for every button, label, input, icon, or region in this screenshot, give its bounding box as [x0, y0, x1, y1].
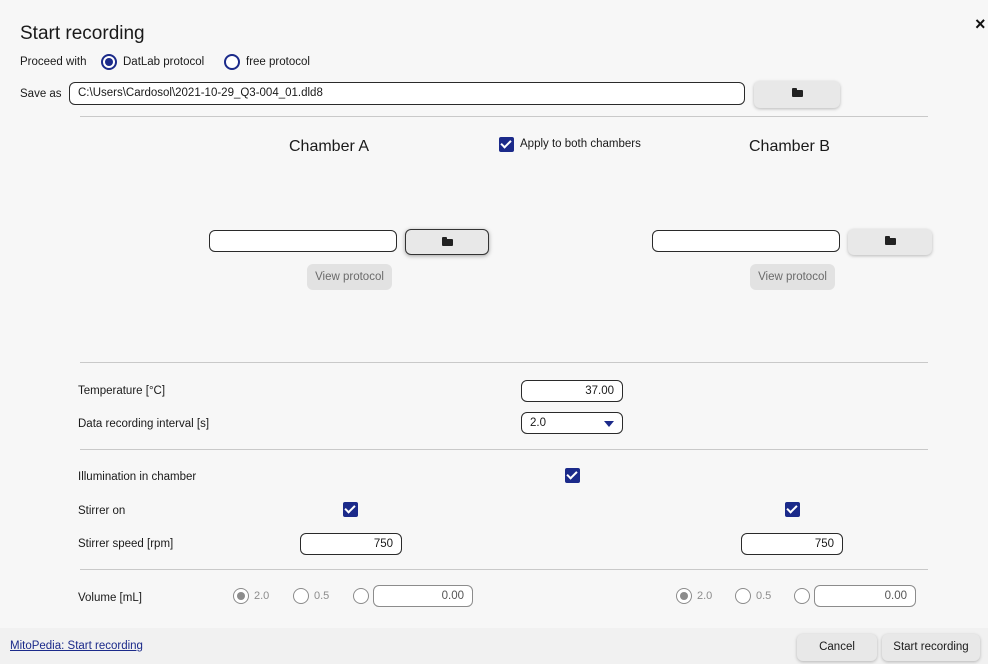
dialog-title: Start recording [20, 23, 145, 44]
folder-icon [441, 237, 453, 247]
volume-a-radio-05[interactable]: 0.5 [293, 588, 348, 604]
divider [80, 362, 928, 363]
volume-a-custom-input[interactable]: 0.00 [373, 585, 473, 607]
volume-b-custom-input[interactable]: 0.00 [814, 585, 916, 607]
radio-selected-icon [676, 588, 692, 604]
volume-b-radio-2[interactable]: 2.0 [676, 588, 731, 604]
start-recording-dialog: Start recording × Proceed with DatLab pr… [0, 0, 988, 664]
chamber-a-browse-button[interactable] [405, 229, 489, 255]
stirrer-on-label: Stirrer on [78, 505, 126, 517]
close-icon[interactable]: × [975, 14, 986, 35]
volume-a-radio-2[interactable]: 2.0 [233, 588, 288, 604]
divider [80, 569, 928, 570]
radio-selected-icon [101, 54, 117, 70]
save-as-browse-button[interactable] [754, 81, 840, 108]
illumination-label: Illumination in chamber [78, 471, 197, 483]
volume-label: Volume [mL] [78, 592, 142, 604]
stirrer-speed-b-input[interactable]: 750 [741, 533, 843, 555]
chamber-b-view-protocol-button[interactable]: View protocol [750, 264, 835, 290]
cancel-button[interactable]: Cancel [797, 634, 877, 661]
radio-datlab-protocol[interactable]: DatLab protocol [101, 54, 221, 72]
radio-free-protocol[interactable]: free protocol [224, 54, 334, 72]
recording-interval-value: 2.0 [530, 417, 546, 429]
save-as-path-field[interactable]: C:\Users\Cardosol\2021-10-29_Q3-004_01.d… [69, 82, 745, 105]
chamber-b-browse-button[interactable] [848, 229, 932, 255]
divider [80, 116, 928, 117]
chamber-b-protocol-field[interactable] [652, 230, 840, 252]
proceed-with-label: Proceed with [20, 56, 87, 68]
apply-both-label: Apply to both chambers [520, 138, 641, 150]
stirrer-speed-a-input[interactable]: 750 [300, 533, 402, 555]
chamber-b-title: Chamber B [749, 138, 830, 155]
radio-unselected-icon [293, 588, 309, 604]
divider [80, 449, 928, 450]
start-recording-button[interactable]: Start recording [882, 634, 980, 661]
chamber-a-view-protocol-button[interactable]: View protocol [307, 264, 392, 290]
volume-option-label: 0.5 [314, 590, 330, 602]
volume-option-label: 2.0 [697, 590, 713, 602]
chamber-a-protocol-field[interactable] [209, 230, 397, 252]
radio-datlab-label: DatLab protocol [123, 56, 205, 68]
chamber-a-title: Chamber A [289, 138, 370, 155]
chevron-down-icon [604, 421, 614, 427]
volume-a-radio-custom[interactable] [353, 588, 369, 604]
volume-option-label: 2.0 [254, 590, 270, 602]
radio-unselected-icon [735, 588, 751, 604]
stirrer-speed-label: Stirrer speed [rpm] [78, 538, 174, 550]
stirrer-a-checkbox[interactable] [343, 502, 358, 517]
temperature-input[interactable]: 37.00 [521, 380, 623, 402]
checkbox-checked-icon [499, 137, 514, 152]
volume-b-radio-custom[interactable] [794, 588, 810, 604]
apply-both-chambers-checkbox[interactable]: Apply to both chambers [499, 137, 649, 154]
illumination-checkbox[interactable] [565, 468, 580, 483]
volume-b-radio-05[interactable]: 0.5 [735, 588, 790, 604]
folder-icon [884, 236, 896, 246]
save-as-label: Save as [20, 88, 62, 100]
radio-selected-icon [233, 588, 249, 604]
recording-interval-select[interactable]: 2.0 [521, 412, 623, 434]
radio-unselected-icon [224, 54, 240, 70]
stirrer-b-checkbox[interactable] [785, 502, 800, 517]
volume-option-label: 0.5 [756, 590, 772, 602]
recording-interval-label: Data recording interval [s] [78, 418, 210, 430]
folder-icon [791, 88, 803, 98]
radio-free-label: free protocol [246, 56, 310, 68]
mitopedia-help-link[interactable]: MitoPedia: Start recording [10, 640, 143, 652]
temperature-label: Temperature [°C] [78, 385, 166, 397]
dialog-footer: MitoPedia: Start recording Cancel Start … [0, 628, 988, 664]
